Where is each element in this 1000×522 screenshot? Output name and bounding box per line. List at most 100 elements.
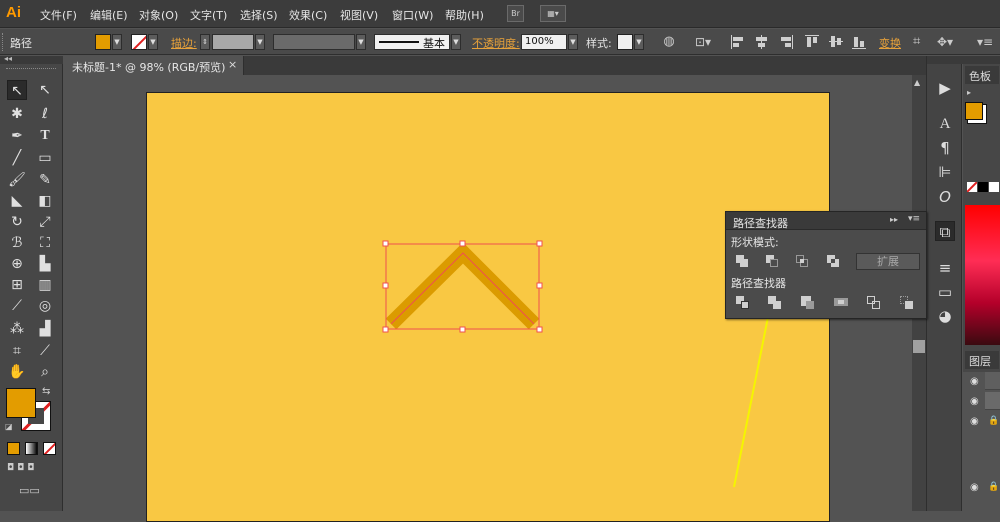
stroke-swatch[interactable]: [131, 34, 147, 50]
selection-tool-icon[interactable]: ↖: [7, 80, 27, 100]
collapse-icon[interactable]: ▸: [967, 88, 971, 97]
free-transform-tool-icon[interactable]: ⛶: [35, 233, 55, 253]
visibility-eye-icon[interactable]: ◉: [970, 376, 979, 387]
handle-bottom-middle[interactable]: [459, 326, 466, 333]
scale-tool-icon[interactable]: ⤢: [35, 212, 55, 232]
hand-tool-icon[interactable]: ✋: [7, 362, 27, 382]
perspective-grid-tool-icon[interactable]: ▙: [35, 254, 55, 274]
layer-row[interactable]: [985, 392, 1000, 410]
style-dropdown[interactable]: ▼: [634, 34, 644, 50]
swatch-none[interactable]: [967, 182, 977, 192]
rectangle-tool-icon[interactable]: ▭: [35, 148, 55, 168]
stroke-label[interactable]: 描边:: [171, 35, 197, 51]
swap-colors-icon[interactable]: ⇆: [42, 386, 50, 397]
visibility-eye-icon[interactable]: ◉: [970, 396, 979, 407]
opacity-dropdown[interactable]: ▼: [568, 34, 578, 50]
brush-dropdown[interactable]: ▼: [451, 34, 461, 50]
close-icon[interactable]: ×: [228, 58, 237, 71]
gradient-mode-icon[interactable]: [25, 442, 38, 455]
pathfinder-panel-icon[interactable]: ⧉: [935, 221, 955, 241]
screen-mode-icon[interactable]: ▭▭: [19, 484, 41, 498]
layer-row[interactable]: [985, 372, 1000, 390]
gradient-tool-icon[interactable]: ▥: [35, 275, 55, 295]
drawing-modes-icon[interactable]: ◘◘◘: [7, 463, 56, 477]
visibility-eye-icon[interactable]: ◉: [970, 416, 979, 427]
menu-select[interactable]: 选择(S): [240, 7, 278, 23]
pathfinder-panel-header[interactable]: 路径查找器 ▸▸ ▾≡: [726, 212, 926, 230]
align-panel-icon[interactable]: ⊫: [935, 162, 955, 182]
handle-top-middle[interactable]: [459, 240, 466, 247]
fill-swatch[interactable]: [95, 34, 111, 50]
type-tool-icon[interactable]: T: [35, 126, 55, 146]
variable-width-field[interactable]: [273, 34, 355, 50]
stroke-weight-field[interactable]: [212, 34, 254, 50]
gradient-panel-icon[interactable]: ▭: [935, 282, 955, 302]
handle-middle-left[interactable]: [382, 282, 389, 289]
expand-button[interactable]: 扩展: [856, 253, 920, 270]
align-bottom-icon[interactable]: [851, 34, 867, 50]
handle-bottom-right[interactable]: [536, 326, 543, 333]
menu-type[interactable]: 文字(T): [190, 7, 227, 23]
lasso-tool-icon[interactable]: ℓ: [35, 104, 55, 124]
panel-menu-icon[interactable]: ▾≡: [977, 34, 993, 50]
visibility-eye-icon[interactable]: ◉: [970, 482, 979, 493]
exclude-button[interactable]: [825, 253, 843, 269]
eyedropper-tool-icon[interactable]: ⟋: [7, 296, 27, 316]
document-tab[interactable]: 未标题-1* @ 98% (RGB/预览) ×: [64, 56, 244, 75]
swatch-white[interactable]: [989, 182, 999, 192]
magic-wand-tool-icon[interactable]: ✱: [7, 104, 27, 124]
divide-button[interactable]: [734, 294, 752, 310]
menu-help[interactable]: 帮助(H): [445, 7, 484, 23]
trim-button[interactable]: [766, 294, 784, 310]
stroke-panel-icon[interactable]: ≡: [935, 258, 955, 278]
zoom-tool-icon[interactable]: ⌕: [35, 362, 55, 382]
unite-button[interactable]: [734, 253, 752, 269]
align-to-icon[interactable]: ⊡▾: [695, 34, 711, 50]
menu-effect[interactable]: 效果(C): [289, 7, 327, 23]
default-colors-icon[interactable]: ◪: [5, 422, 13, 431]
stroke-weight-stepper[interactable]: ⇕: [200, 34, 210, 50]
artboard-tool-icon[interactable]: ⌗: [7, 341, 27, 361]
lock-icon[interactable]: 🔒: [988, 416, 999, 426]
scroll-up-icon[interactable]: ▲: [914, 78, 924, 88]
swatches-tab[interactable]: 色板: [965, 66, 999, 84]
column-graph-tool-icon[interactable]: ▟: [35, 319, 55, 339]
variable-width-dropdown[interactable]: ▼: [356, 34, 366, 50]
paragraph-icon[interactable]: ¶: [935, 138, 955, 158]
pencil-tool-icon[interactable]: ✎: [35, 170, 55, 190]
slice-tool-icon[interactable]: ⟋: [35, 341, 55, 361]
menu-object[interactable]: 对象(O): [139, 7, 178, 23]
rotate-tool-icon[interactable]: ↻: [7, 212, 27, 232]
scroll-thumb[interactable]: [913, 340, 925, 353]
minus-front-button[interactable]: [764, 253, 782, 269]
mesh-tool-icon[interactable]: ⊞: [7, 275, 27, 295]
chevron-path[interactable]: [385, 242, 540, 330]
panel-menu-icon[interactable]: ▾≡: [908, 214, 920, 224]
paintbrush-tool-icon[interactable]: 🖌: [7, 170, 27, 190]
fill-dropdown[interactable]: ▼: [112, 34, 122, 50]
pen-tool-icon[interactable]: ✒: [7, 126, 27, 146]
bridge-button[interactable]: Br: [507, 5, 524, 22]
stroke-dropdown[interactable]: ▼: [148, 34, 158, 50]
intersect-button[interactable]: [794, 253, 812, 269]
color-spectrum[interactable]: [965, 205, 1000, 345]
opacity-label[interactable]: 不透明度:: [472, 35, 520, 51]
character-icon[interactable]: A: [935, 114, 955, 134]
menu-edit[interactable]: 编辑(E): [90, 7, 128, 23]
expand-panel-icon[interactable]: ▸▸: [890, 215, 898, 224]
brush-field[interactable]: 基本: [374, 34, 450, 50]
color-mode-icon[interactable]: [7, 442, 20, 455]
align-top-icon[interactable]: [804, 34, 820, 50]
handle-bottom-left[interactable]: [382, 326, 389, 333]
collapse-icon[interactable]: ◂◂: [4, 54, 12, 63]
symbol-sprayer-tool-icon[interactable]: ⁂: [7, 319, 27, 339]
outline-button[interactable]: [865, 294, 883, 310]
handle-top-left[interactable]: [382, 240, 389, 247]
menu-view[interactable]: 视图(V): [340, 7, 378, 23]
recolor-icon[interactable]: ◍: [661, 34, 677, 50]
align-left-icon[interactable]: [730, 34, 746, 50]
play-icon[interactable]: ▶: [935, 78, 955, 98]
options-icon[interactable]: ✥▾: [937, 34, 965, 50]
none-mode-icon[interactable]: [43, 442, 56, 455]
fill-color-box[interactable]: [6, 388, 36, 418]
